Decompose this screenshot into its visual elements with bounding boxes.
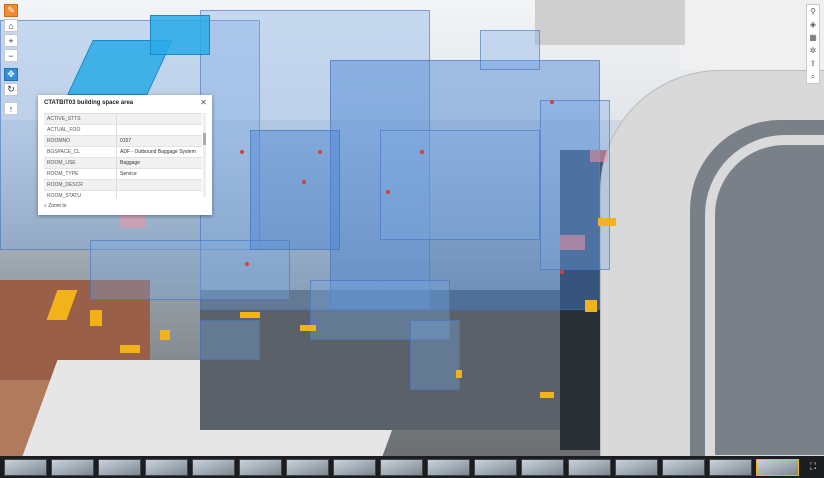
measure-icon[interactable]: ⌕ (807, 70, 819, 83)
pan-icon[interactable]: ✥ (4, 68, 18, 81)
slide-thumbnail[interactable] (192, 458, 235, 476)
building-space-volume[interactable] (480, 30, 540, 70)
map-toolbar: ✎ ⌂ + − ✥ ↻ ↑ (4, 4, 18, 117)
basemap-icon[interactable]: ▦ (807, 31, 819, 44)
parking-marker (540, 392, 554, 398)
attribute-key: ROOMNO (47, 138, 71, 144)
slide-thumbnail[interactable] (615, 458, 658, 476)
attribute-value: ADF - Outbound Baggage System (116, 147, 202, 157)
attribute-key: ROOM_STATU (47, 193, 81, 198)
settings-icon[interactable]: ✲ (807, 44, 819, 57)
parking-marker (90, 310, 102, 326)
slide-thumbnail-selected[interactable] (756, 458, 799, 476)
close-icon[interactable]: ✕ (200, 98, 207, 107)
poi-point (386, 190, 390, 194)
attribute-key: ROOM_DESCR (47, 182, 83, 188)
poi-point (245, 262, 249, 266)
attribute-value (116, 180, 202, 190)
scrollbar-thumb[interactable] (203, 133, 206, 145)
attribute-value (116, 114, 202, 124)
attribute-key: ROOM_USE (47, 160, 76, 166)
attribute-key: ACTUAL_FOO (47, 127, 81, 133)
building-space-volume[interactable] (200, 320, 260, 360)
parking-marker (300, 325, 316, 331)
home-icon[interactable]: ⌂ (4, 19, 18, 32)
building-space-volume[interactable] (380, 130, 540, 240)
table-row: ROOM_USE Baggage (44, 158, 202, 169)
layers-icon[interactable]: ◈ (807, 18, 819, 31)
parking-marker (160, 330, 170, 340)
compass-icon[interactable]: ↑ (4, 102, 18, 115)
poi-point (240, 150, 244, 154)
slide-thumbnail[interactable] (286, 458, 329, 476)
pencil-icon[interactable]: ✎ (4, 4, 18, 17)
popup-scrollbar[interactable] (203, 113, 206, 197)
slide-thumbnail[interactable] (51, 458, 94, 476)
attribute-value: Service (116, 169, 202, 179)
table-row: ACTUAL_FOO (44, 125, 202, 136)
parking-marker (120, 345, 140, 353)
attribute-key: ACTIVE_STTS (47, 116, 81, 122)
attribute-key: ROOM_TYPE (47, 171, 79, 177)
parking-marker (456, 370, 462, 378)
fullscreen-icon[interactable]: ⛶ (806, 459, 820, 473)
search-icon[interactable]: ⚲ (807, 5, 819, 18)
share-icon[interactable]: ⇪ (807, 57, 819, 70)
zoom-in-icon[interactable]: + (4, 34, 18, 47)
zoom-to-label: Zoom to (48, 203, 67, 209)
attribute-value (116, 191, 202, 198)
slide-thumbnail[interactable] (145, 458, 188, 476)
poi-point (420, 150, 424, 154)
slide-thumbnail[interactable] (662, 458, 705, 476)
widget-toolbar: ⚲ ◈ ▦ ✲ ⇪ ⌕ (806, 4, 820, 84)
slide-thumbnail[interactable] (4, 458, 47, 476)
parking-marker (585, 300, 597, 312)
poi-point (318, 150, 322, 154)
parking-marker (598, 218, 616, 226)
attribute-value: Baggage (116, 158, 202, 168)
highway-ramp-inner (705, 135, 824, 456)
attribute-value (116, 125, 202, 135)
slide-thumbnail[interactable] (427, 458, 470, 476)
slide-thumbnail[interactable] (568, 458, 611, 476)
slides-filmstrip: ⛶ (0, 456, 824, 478)
feature-popup: CTATBIT03 building space area ✕ ACTIVE_S… (38, 95, 212, 215)
space-area-pink (560, 235, 585, 250)
popup-title: CTATBIT03 building space area (44, 100, 134, 106)
selected-space-highlight[interactable] (150, 15, 210, 55)
slide-thumbnail[interactable] (333, 458, 376, 476)
rotate-icon[interactable]: ↻ (4, 83, 18, 96)
3d-map-view[interactable] (0, 0, 824, 456)
slide-thumbnail[interactable] (380, 458, 423, 476)
rooftop-gray (535, 0, 685, 45)
slide-thumbnail[interactable] (239, 458, 282, 476)
slide-thumbnail[interactable] (709, 458, 752, 476)
zoom-out-icon[interactable]: − (4, 49, 18, 62)
parking-marker (240, 312, 260, 318)
table-row: BGSPACE_CL ADF - Outbound Baggage System (44, 147, 202, 158)
table-row: ROOM_DESCR (44, 180, 202, 191)
attribute-value: 0157 (116, 136, 202, 146)
table-row: ROOM_TYPE Service (44, 169, 202, 180)
attribute-table: ACTIVE_STTS ACTUAL_FOO ROOMNO 0157 BGSPA… (44, 113, 202, 198)
zoom-icon: ⌕ (44, 203, 47, 209)
poi-point (550, 100, 554, 104)
table-row: ACTIVE_STTS (44, 114, 202, 125)
building-space-volume[interactable] (250, 130, 340, 250)
zoom-to-button[interactable]: ⌕ Zoom to (44, 203, 67, 209)
poi-point (560, 270, 564, 274)
table-row: ROOM_STATU (44, 191, 202, 198)
attribute-key: BGSPACE_CL (47, 149, 80, 155)
slide-thumbnail[interactable] (98, 458, 141, 476)
rooftop-right (680, 0, 824, 70)
building-space-volume[interactable] (410, 320, 460, 390)
table-row: ROOMNO 0157 (44, 136, 202, 147)
space-area-pink (590, 150, 608, 162)
poi-point (302, 180, 306, 184)
slide-thumbnail[interactable] (521, 458, 564, 476)
slide-thumbnail[interactable] (474, 458, 517, 476)
